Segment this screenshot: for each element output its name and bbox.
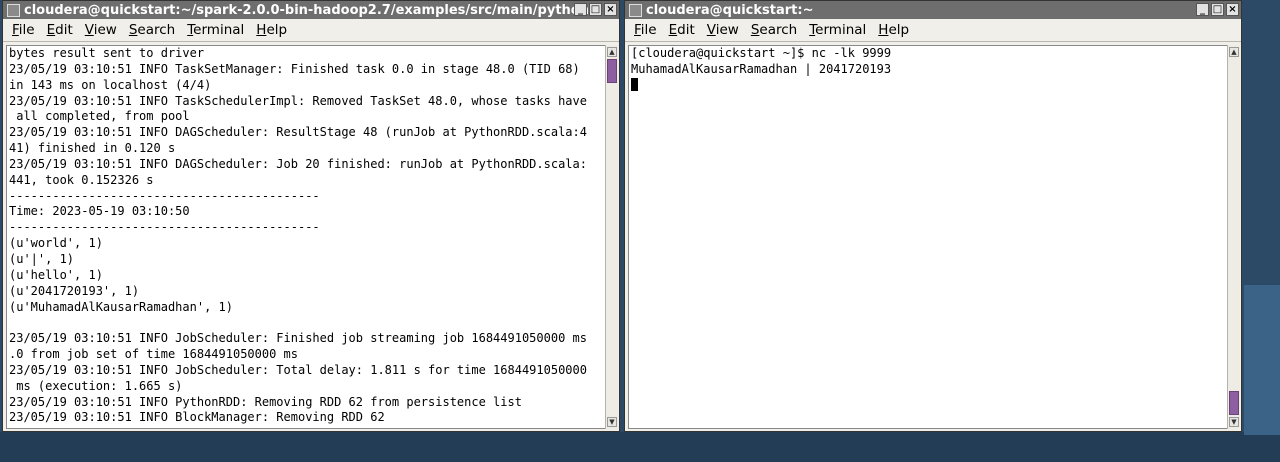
menu-item-file[interactable]: File <box>7 22 40 38</box>
window-title: cloudera@quickstart:~/spark-2.0.0-bin-ha… <box>24 2 589 18</box>
close-icon[interactable]: × <box>1226 3 1239 16</box>
terminal-output[interactable]: bytes result sent to driver 23/05/19 03:… <box>6 45 606 429</box>
scrollbar[interactable]: ▲ ▼ <box>605 45 618 429</box>
terminal-line: (u'|', 1) <box>9 251 75 266</box>
terminal-line: (u'hello', 1) <box>9 267 103 282</box>
menu-item-search[interactable]: Search <box>746 22 802 38</box>
terminal-line: 23/05/19 03:10:51 INFO TaskSchedulerImpl… <box>9 93 587 108</box>
menu-item-help[interactable]: Help <box>873 22 914 38</box>
menu-item-terminal[interactable]: Terminal <box>182 22 249 38</box>
terminal-line: 23/05/19 03:10:51 INFO DAGScheduler: Job… <box>9 156 587 171</box>
desktop-decoration <box>1244 285 1280 435</box>
terminal-line: [cloudera@quickstart ~]$ nc -lk 9999 <box>631 46 892 60</box>
desktop-background <box>0 432 1280 462</box>
terminal-line: (u'world', 1) <box>9 236 103 251</box>
terminal-line: in 143 ms on localhost (4/4) <box>9 77 212 92</box>
menu-item-search[interactable]: Search <box>124 22 180 38</box>
terminal-line: 23/05/19 03:10:51 INFO JobScheduler: Tot… <box>9 362 587 377</box>
scroll-up-icon[interactable]: ▲ <box>1229 47 1239 57</box>
menu-bar: File Edit View Search Terminal Help <box>625 19 1241 42</box>
terminal-line: 23/05/19 03:10:51 INFO DAGScheduler: Res… <box>9 125 587 140</box>
scroll-thumb[interactable] <box>1229 391 1239 415</box>
close-icon[interactable]: × <box>604 3 617 16</box>
menu-item-file[interactable]: File <box>629 22 662 38</box>
terminal-line: ----------------------------------------… <box>9 220 320 235</box>
terminal-output[interactable]: [cloudera@quickstart ~]$ nc -lk 9999 Muh… <box>628 45 1228 429</box>
window-titlebar[interactable]: cloudera@quickstart:~/spark-2.0.0-bin-ha… <box>3 1 619 19</box>
terminal-line: Time: 2023-05-19 03:10:50 <box>9 204 190 219</box>
scroll-up-icon[interactable]: ▲ <box>607 47 617 57</box>
minimize-icon[interactable]: _ <box>1196 3 1209 16</box>
terminal-line: ----------------------------------------… <box>9 188 320 203</box>
terminal-line: 23/05/19 03:10:51 INFO PythonRDD: Removi… <box>9 394 522 409</box>
terminal-window-spark[interactable]: cloudera@quickstart:~/spark-2.0.0-bin-ha… <box>2 0 620 432</box>
window-menu-icon[interactable] <box>7 3 20 17</box>
window-menu-icon[interactable] <box>629 3 642 17</box>
menu-item-view[interactable]: View <box>80 22 122 38</box>
terminal-text: [cloudera@quickstart ~]$ nc -lk 9999 Muh… <box>629 46 1227 94</box>
maximize-icon[interactable]: □ <box>589 3 602 16</box>
terminal-line: MuhamadAlKausarRamadhan | 2041720193 <box>631 61 892 76</box>
menu-item-edit[interactable]: Edit <box>42 22 78 38</box>
terminal-line: .0 from job set of time 1684491050000 ms <box>9 347 298 362</box>
menu-item-edit[interactable]: Edit <box>664 22 700 38</box>
terminal-text: bytes result sent to driver 23/05/19 03:… <box>7 46 605 426</box>
terminal-line: (u'2041720193', 1) <box>9 283 140 298</box>
terminal-line: (u'MuhamadAlKausarRamadhan', 1) <box>9 299 233 314</box>
menu-item-terminal[interactable]: Terminal <box>804 22 871 38</box>
terminal-window-home[interactable]: cloudera@quickstart:~ _ □ × File Edit View… <box>624 0 1242 432</box>
terminal-line: all completed, from pool <box>9 109 190 124</box>
terminal-line: 441, took 0.152326 s <box>9 172 154 187</box>
scroll-down-icon[interactable]: ▼ <box>1229 417 1239 427</box>
terminal-line: bytes result sent to driver <box>9 46 205 60</box>
terminal-line: 23/05/19 03:10:51 INFO TaskSetManager: F… <box>9 61 580 76</box>
menu-item-help[interactable]: Help <box>251 22 292 38</box>
menu-item-view[interactable]: View <box>702 22 744 38</box>
scrollbar[interactable]: ▲ ▼ <box>1227 45 1240 429</box>
window-titlebar[interactable]: cloudera@quickstart:~ _ □ × <box>625 1 1241 19</box>
window-title: cloudera@quickstart:~ <box>646 2 814 18</box>
terminal-line: ms (execution: 1.665 s) <box>9 378 183 393</box>
minimize-icon[interactable]: _ <box>574 3 587 16</box>
terminal-line: 23/05/19 03:10:51 INFO BlockManager: Rem… <box>9 410 385 425</box>
maximize-icon[interactable]: □ <box>1211 3 1224 16</box>
scroll-thumb[interactable] <box>607 59 617 83</box>
text-cursor <box>631 77 638 91</box>
terminal-line: 41) finished in 0.120 s <box>9 141 176 156</box>
menu-bar: File Edit View Search Terminal Help <box>3 19 619 42</box>
terminal-line: 23/05/19 03:10:51 INFO JobScheduler: Fin… <box>9 331 587 346</box>
scroll-down-icon[interactable]: ▼ <box>607 417 617 427</box>
